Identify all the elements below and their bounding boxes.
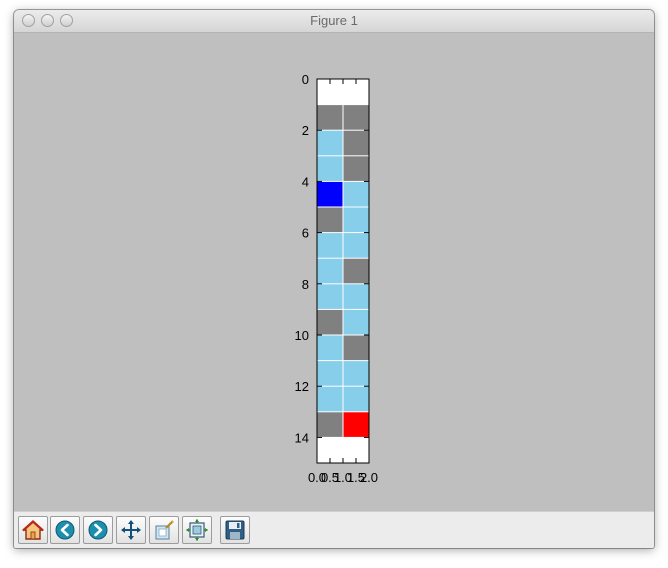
heatmap-cell	[343, 156, 369, 181]
heatmap-cell	[343, 386, 369, 412]
zoom-rect-icon	[155, 520, 174, 540]
heatmap-cell	[343, 412, 369, 437]
pan-arrows-icon	[121, 520, 141, 540]
back-arrow-icon	[55, 520, 75, 540]
heatmap-cell	[343, 361, 369, 386]
heatmap-cell	[343, 284, 369, 309]
title-bar[interactable]: Figure 1	[14, 10, 654, 33]
x-tick-label: 2.0	[360, 470, 378, 485]
heatmap-cell	[317, 386, 343, 412]
home-button[interactable]	[18, 516, 48, 544]
figure-canvas[interactable]: 0 2 4 6 8 10 12 14 0.0 0.5 1.0 1.5 2.0	[14, 33, 654, 511]
subplots-icon	[186, 519, 208, 541]
heatmap-cell	[317, 309, 343, 335]
y-tick-label: 6	[302, 226, 309, 241]
heatmap-cell	[317, 284, 343, 309]
figure-window: Figure 1 0 2 4 6 8 10 12 14 0.0 0.5 1.0 1.5 2.0	[14, 10, 654, 548]
forward-button[interactable]	[83, 516, 113, 544]
heatmap-cell	[343, 233, 369, 258]
heatmap-cell	[317, 335, 343, 361]
navigation-toolbar	[14, 511, 654, 548]
home-icon	[22, 520, 44, 540]
save-button[interactable]	[220, 516, 250, 544]
window-title: Figure 1	[310, 13, 358, 28]
heatmap-cell	[343, 258, 369, 284]
floppy-disk-icon	[225, 520, 245, 540]
heatmap-cell	[343, 207, 369, 233]
y-tick-label: 4	[302, 174, 309, 189]
zoom-button[interactable]	[149, 516, 179, 544]
heatmap-cell	[317, 130, 343, 156]
y-tick-label: 10	[295, 328, 309, 343]
heatmap-cell	[343, 181, 369, 207]
heatmap-cell	[343, 335, 369, 361]
heatmap-cell	[317, 361, 343, 386]
heatmap-cell	[343, 309, 369, 335]
y-tick-label: 12	[295, 379, 309, 394]
heatmap-cell	[343, 105, 369, 130]
back-button[interactable]	[50, 516, 80, 544]
heatmap-cell	[317, 156, 343, 181]
y-tick-label: 2	[302, 123, 309, 138]
y-tick-label: 8	[302, 277, 309, 292]
heatmap-plot[interactable]: 024681012140.00.51.01.52.0	[14, 33, 654, 511]
subplots-button[interactable]	[182, 516, 212, 544]
heatmap-cell	[317, 207, 343, 233]
heatmap-cell	[317, 181, 343, 207]
heatmap-cell	[343, 130, 369, 156]
y-tick-label: 14	[295, 430, 309, 445]
heatmap-cell	[317, 412, 343, 437]
y-tick-label: 0	[302, 72, 309, 87]
pan-button[interactable]	[116, 516, 146, 544]
heatmap-cell	[317, 105, 343, 130]
heatmap-cell	[317, 233, 343, 258]
heatmap-cell	[317, 258, 343, 284]
forward-arrow-icon	[88, 520, 108, 540]
